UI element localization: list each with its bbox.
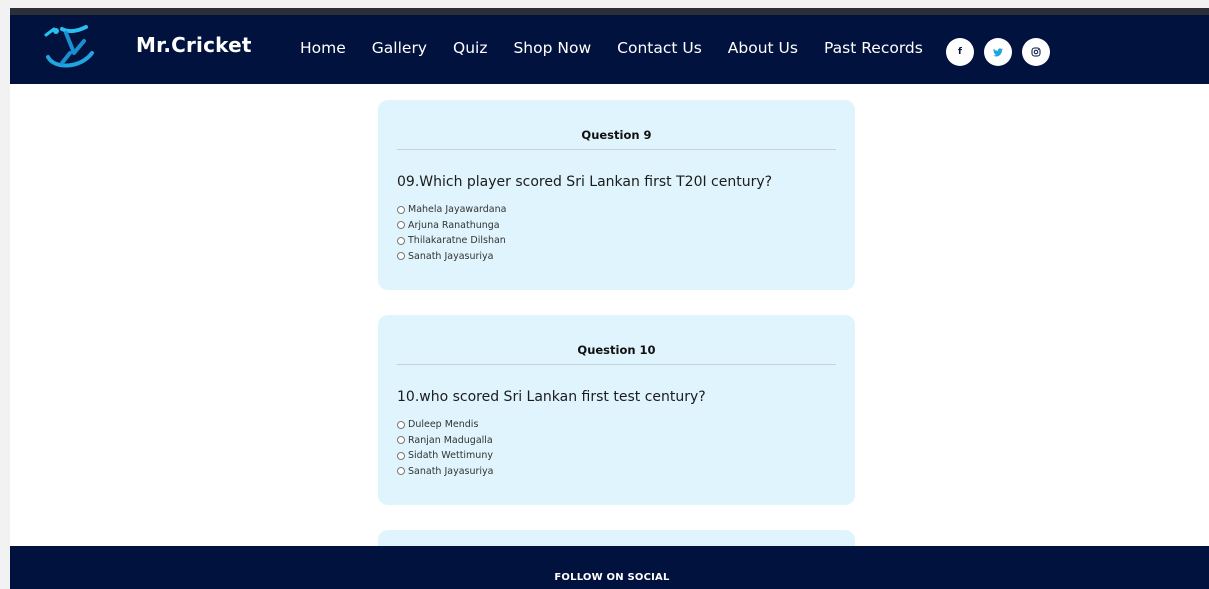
option-label: Ranjan Madugalla (408, 434, 493, 446)
nav-about-us[interactable]: About Us (728, 39, 798, 57)
question-text: 09.Which player scored Sri Lankan first … (397, 174, 773, 190)
facebook-button[interactable]: f (946, 38, 974, 66)
answer-option[interactable]: Sanath Jayasuriya (397, 464, 836, 480)
nav-gallery[interactable]: Gallery (372, 39, 427, 57)
quiz-content: Question 9 09.Which player scored Sri La… (378, 100, 855, 550)
page: Mr.Cricket Home Gallery Quiz Shop Now Co… (10, 8, 1209, 589)
top-navbar: Mr.Cricket Home Gallery Quiz Shop Now Co… (10, 8, 1209, 84)
answer-options: Mahela Jayawardana Arjuna Ranathunga Thi… (397, 202, 836, 264)
instagram-button[interactable] (1022, 38, 1050, 66)
option-label: Mahela Jayawardana (408, 204, 507, 216)
footer-title: FOLLOW ON SOCIAL (554, 572, 670, 583)
radio-button[interactable] (397, 221, 405, 230)
radio-button[interactable] (397, 420, 405, 429)
answer-option[interactable]: Mahela Jayawardana (397, 202, 836, 218)
answer-option[interactable]: Sanath Jayasuriya (397, 249, 836, 265)
radio-button[interactable] (397, 236, 405, 245)
option-label: Sidath Wettimuny (408, 450, 493, 462)
nav-shop-now[interactable]: Shop Now (513, 39, 591, 57)
twitter-button[interactable] (984, 38, 1012, 66)
nav-quiz[interactable]: Quiz (453, 39, 487, 57)
radio-button[interactable] (397, 205, 405, 214)
option-label: Sanath Jayasuriya (408, 250, 494, 262)
radio-button[interactable] (397, 451, 405, 460)
option-label: Duleep Mendis (408, 419, 479, 431)
radio-button[interactable] (397, 467, 405, 476)
option-label: Thilakaratne Dilshan (408, 235, 506, 247)
question-card-10: Question 10 10.who scored Sri Lankan fir… (378, 315, 855, 505)
answer-options: Duleep Mendis Ranjan Madugalla Sidath We… (397, 417, 836, 479)
facebook-icon: f (958, 47, 962, 57)
radio-button[interactable] (397, 252, 405, 261)
answer-option[interactable]: Sidath Wettimuny (397, 448, 836, 464)
answer-option[interactable]: Thilakaratne Dilshan (397, 233, 836, 249)
social-links: f (946, 38, 1050, 66)
question-text: 10.who scored Sri Lankan first test cent… (397, 389, 706, 405)
answer-option[interactable]: Duleep Mendis (397, 417, 836, 433)
nav-past-records[interactable]: Past Records (824, 39, 923, 57)
answer-option[interactable]: Arjuna Ranathunga (397, 218, 836, 234)
option-label: Sanath Jayasuriya (408, 465, 494, 477)
brand-name[interactable]: Mr.Cricket (136, 33, 252, 57)
logo-icon[interactable] (40, 23, 98, 71)
option-label: Arjuna Ranathunga (408, 219, 500, 231)
main-nav: Home Gallery Quiz Shop Now Contact Us Ab… (300, 39, 949, 57)
answer-option[interactable]: Ranjan Madugalla (397, 433, 836, 449)
question-title: Question 10 (397, 343, 836, 365)
instagram-icon (1031, 47, 1041, 57)
footer: FOLLOW ON SOCIAL (10, 546, 1209, 589)
question-title: Question 9 (397, 128, 836, 150)
twitter-icon (993, 47, 1003, 56)
nav-home[interactable]: Home (300, 39, 346, 57)
nav-contact-us[interactable]: Contact Us (617, 39, 702, 57)
radio-button[interactable] (397, 436, 405, 445)
question-card-9: Question 9 09.Which player scored Sri La… (378, 100, 855, 290)
